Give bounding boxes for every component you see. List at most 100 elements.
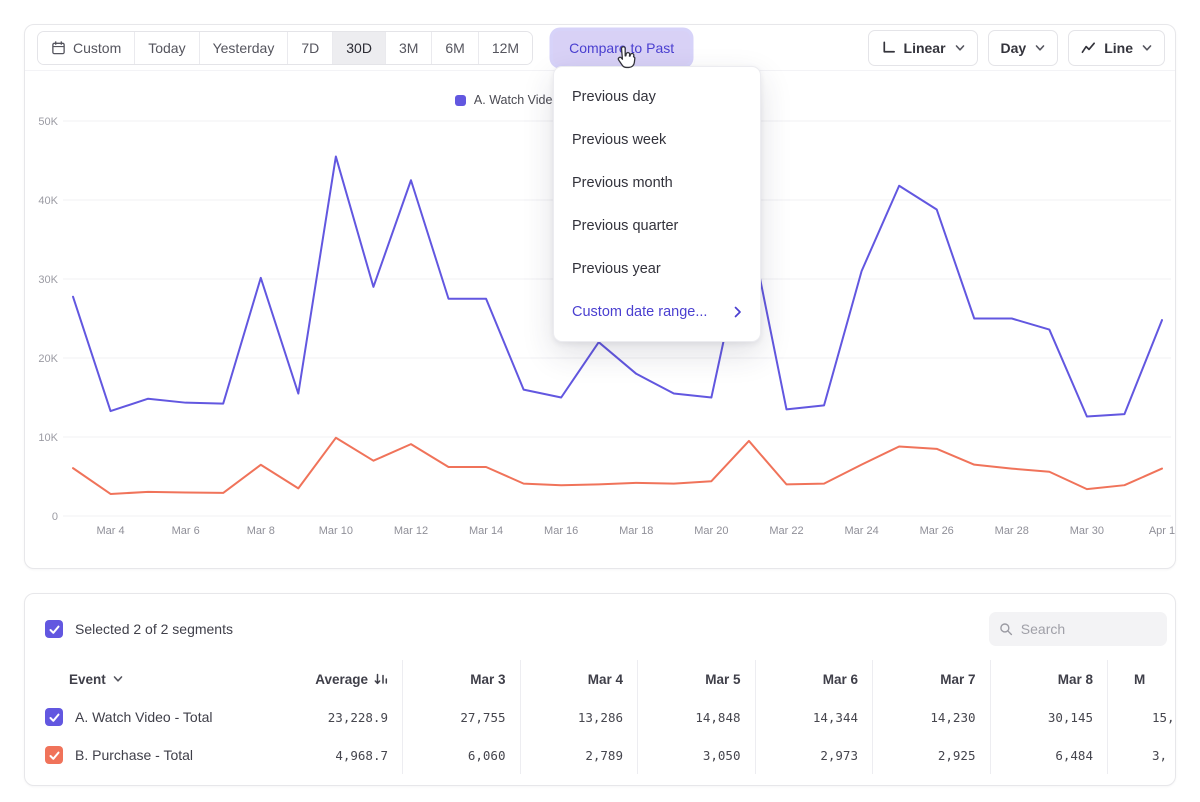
value-scale-label: Linear bbox=[904, 40, 946, 56]
x-axis-label: Mar 10 bbox=[319, 525, 353, 537]
x-axis-label: Mar 4 bbox=[96, 525, 124, 537]
preset-30d[interactable]: 30D bbox=[333, 32, 386, 64]
cell-average: 4,968.7 bbox=[265, 736, 403, 774]
menu-item-previous-year[interactable]: Previous year bbox=[554, 247, 760, 290]
column-header-mar6[interactable]: Mar 6 bbox=[756, 660, 874, 698]
cell-average: 23,228.9 bbox=[265, 698, 403, 736]
segments-select-bar: Selected 2 of 2 segments bbox=[25, 610, 1175, 648]
row-name: A. Watch Video - Total bbox=[75, 709, 212, 725]
chevron-down-icon bbox=[955, 43, 965, 53]
menu-item-previous-month[interactable]: Previous month bbox=[554, 161, 760, 204]
y-axis-label: 0 bbox=[52, 511, 58, 523]
chevron-down-icon bbox=[1035, 43, 1045, 53]
preset-7d[interactable]: 7D bbox=[288, 32, 333, 64]
x-axis-label: Mar 18 bbox=[619, 525, 653, 537]
search-icon bbox=[999, 621, 1013, 637]
table-header-row: Event Average Mar 3 Mar 4 Mar 5 Mar 6 Ma… bbox=[25, 660, 1176, 698]
compare-to-past-menu: Previous day Previous week Previous mont… bbox=[553, 66, 761, 342]
preset-custom-label: Custom bbox=[73, 40, 121, 56]
linear-axis-icon bbox=[881, 40, 896, 55]
cell-mar5: 3,050 bbox=[638, 736, 756, 774]
column-header-mar7[interactable]: Mar 7 bbox=[873, 660, 991, 698]
x-axis-label: Apr 1 bbox=[1149, 525, 1175, 537]
chart-type-dropdown[interactable]: Line bbox=[1068, 30, 1165, 66]
x-axis-label: Mar 20 bbox=[694, 525, 728, 537]
search-box[interactable] bbox=[989, 612, 1167, 646]
chevron-down-icon bbox=[1142, 43, 1152, 53]
table-row-watch-video[interactable]: A. Watch Video - Total 23,228.9 27,755 1… bbox=[25, 698, 1176, 736]
menu-item-previous-quarter[interactable]: Previous quarter bbox=[554, 204, 760, 247]
series-line bbox=[73, 438, 1162, 494]
chart-options: Linear Day Line bbox=[868, 30, 1165, 66]
average-header-label: Average bbox=[315, 672, 368, 687]
x-axis-label: Mar 30 bbox=[1070, 525, 1104, 537]
preset-6m[interactable]: 6M bbox=[432, 32, 478, 64]
event-header-label: Event bbox=[69, 672, 106, 687]
date-range-picker: Custom Today Yesterday 7D 30D 3M 6M 12M bbox=[37, 31, 533, 65]
column-header-event[interactable]: Event bbox=[25, 660, 265, 698]
preset-3m[interactable]: 3M bbox=[386, 32, 432, 64]
check-icon bbox=[48, 623, 61, 636]
legend-swatch-watch-video bbox=[455, 95, 466, 106]
cell-mar4: 13,286 bbox=[521, 698, 639, 736]
cell-clipped: 3, bbox=[1108, 736, 1176, 774]
cell-clipped: 15, bbox=[1108, 698, 1176, 736]
menu-item-previous-day[interactable]: Previous day bbox=[554, 75, 760, 118]
cell-mar3: 6,060 bbox=[403, 736, 521, 774]
preset-yesterday[interactable]: Yesterday bbox=[200, 32, 289, 64]
search-input[interactable] bbox=[1021, 621, 1157, 637]
row-name: B. Purchase - Total bbox=[75, 747, 193, 763]
cell-mar8: 30,145 bbox=[991, 698, 1109, 736]
y-axis-label: 50K bbox=[38, 116, 58, 128]
menu-item-custom-date-range[interactable]: Custom date range... bbox=[554, 290, 760, 333]
segments-table-card: Selected 2 of 2 segments Event Average bbox=[24, 593, 1176, 786]
cell-mar7: 14,230 bbox=[873, 698, 991, 736]
cell-mar8: 6,484 bbox=[991, 736, 1109, 774]
row-checkbox-purchase[interactable] bbox=[45, 746, 63, 764]
granularity-dropdown[interactable]: Day bbox=[988, 30, 1059, 66]
calendar-icon bbox=[51, 40, 66, 55]
table-row-purchase[interactable]: B. Purchase - Total 4,968.7 6,060 2,789 … bbox=[25, 736, 1176, 774]
menu-item-previous-week[interactable]: Previous week bbox=[554, 118, 760, 161]
y-axis-label: 30K bbox=[38, 274, 58, 286]
select-all-checkbox[interactable] bbox=[45, 620, 63, 638]
chart-type-label: Line bbox=[1104, 40, 1133, 56]
column-header-mar4[interactable]: Mar 4 bbox=[521, 660, 639, 698]
x-axis-label: Mar 14 bbox=[469, 525, 503, 537]
selected-count-label: Selected 2 of 2 segments bbox=[75, 621, 233, 637]
chevron-down-icon bbox=[113, 674, 123, 684]
preset-custom[interactable]: Custom bbox=[38, 32, 135, 64]
chart-toolbar: Custom Today Yesterday 7D 30D 3M 6M 12M … bbox=[25, 25, 1175, 71]
column-header-mar3[interactable]: Mar 3 bbox=[403, 660, 521, 698]
x-axis-label: Mar 26 bbox=[920, 525, 954, 537]
column-header-mar5[interactable]: Mar 5 bbox=[638, 660, 756, 698]
column-header-clipped[interactable]: M bbox=[1108, 660, 1176, 698]
x-axis-label: Mar 24 bbox=[844, 525, 878, 537]
chevron-right-icon bbox=[734, 306, 742, 318]
x-axis-label: Mar 12 bbox=[394, 525, 428, 537]
x-axis-label: Mar 28 bbox=[995, 525, 1029, 537]
preset-today[interactable]: Today bbox=[135, 32, 199, 64]
x-axis-label: Mar 6 bbox=[172, 525, 200, 537]
value-scale-dropdown[interactable]: Linear bbox=[868, 30, 978, 66]
cell-mar3: 27,755 bbox=[403, 698, 521, 736]
compare-to-past-button[interactable]: Compare to Past bbox=[553, 31, 690, 65]
cell-mar7: 2,925 bbox=[873, 736, 991, 774]
sort-descending-icon bbox=[374, 672, 388, 686]
y-axis-label: 40K bbox=[38, 195, 58, 207]
row-label-cell: B. Purchase - Total bbox=[25, 736, 265, 774]
row-checkbox-watch-video[interactable] bbox=[45, 708, 63, 726]
y-axis-label: 10K bbox=[38, 432, 58, 444]
column-header-average[interactable]: Average bbox=[265, 660, 403, 698]
y-axis-label: 20K bbox=[38, 353, 58, 365]
check-icon bbox=[48, 749, 61, 762]
cell-mar6: 14,344 bbox=[756, 698, 874, 736]
line-chart-icon bbox=[1081, 41, 1096, 55]
cell-mar5: 14,848 bbox=[638, 698, 756, 736]
column-header-mar8[interactable]: Mar 8 bbox=[991, 660, 1109, 698]
custom-date-range-label: Custom date range... bbox=[572, 304, 707, 320]
x-axis-label: Mar 22 bbox=[769, 525, 803, 537]
cell-mar4: 2,789 bbox=[521, 736, 639, 774]
granularity-label: Day bbox=[1001, 40, 1027, 56]
preset-12m[interactable]: 12M bbox=[479, 32, 532, 64]
